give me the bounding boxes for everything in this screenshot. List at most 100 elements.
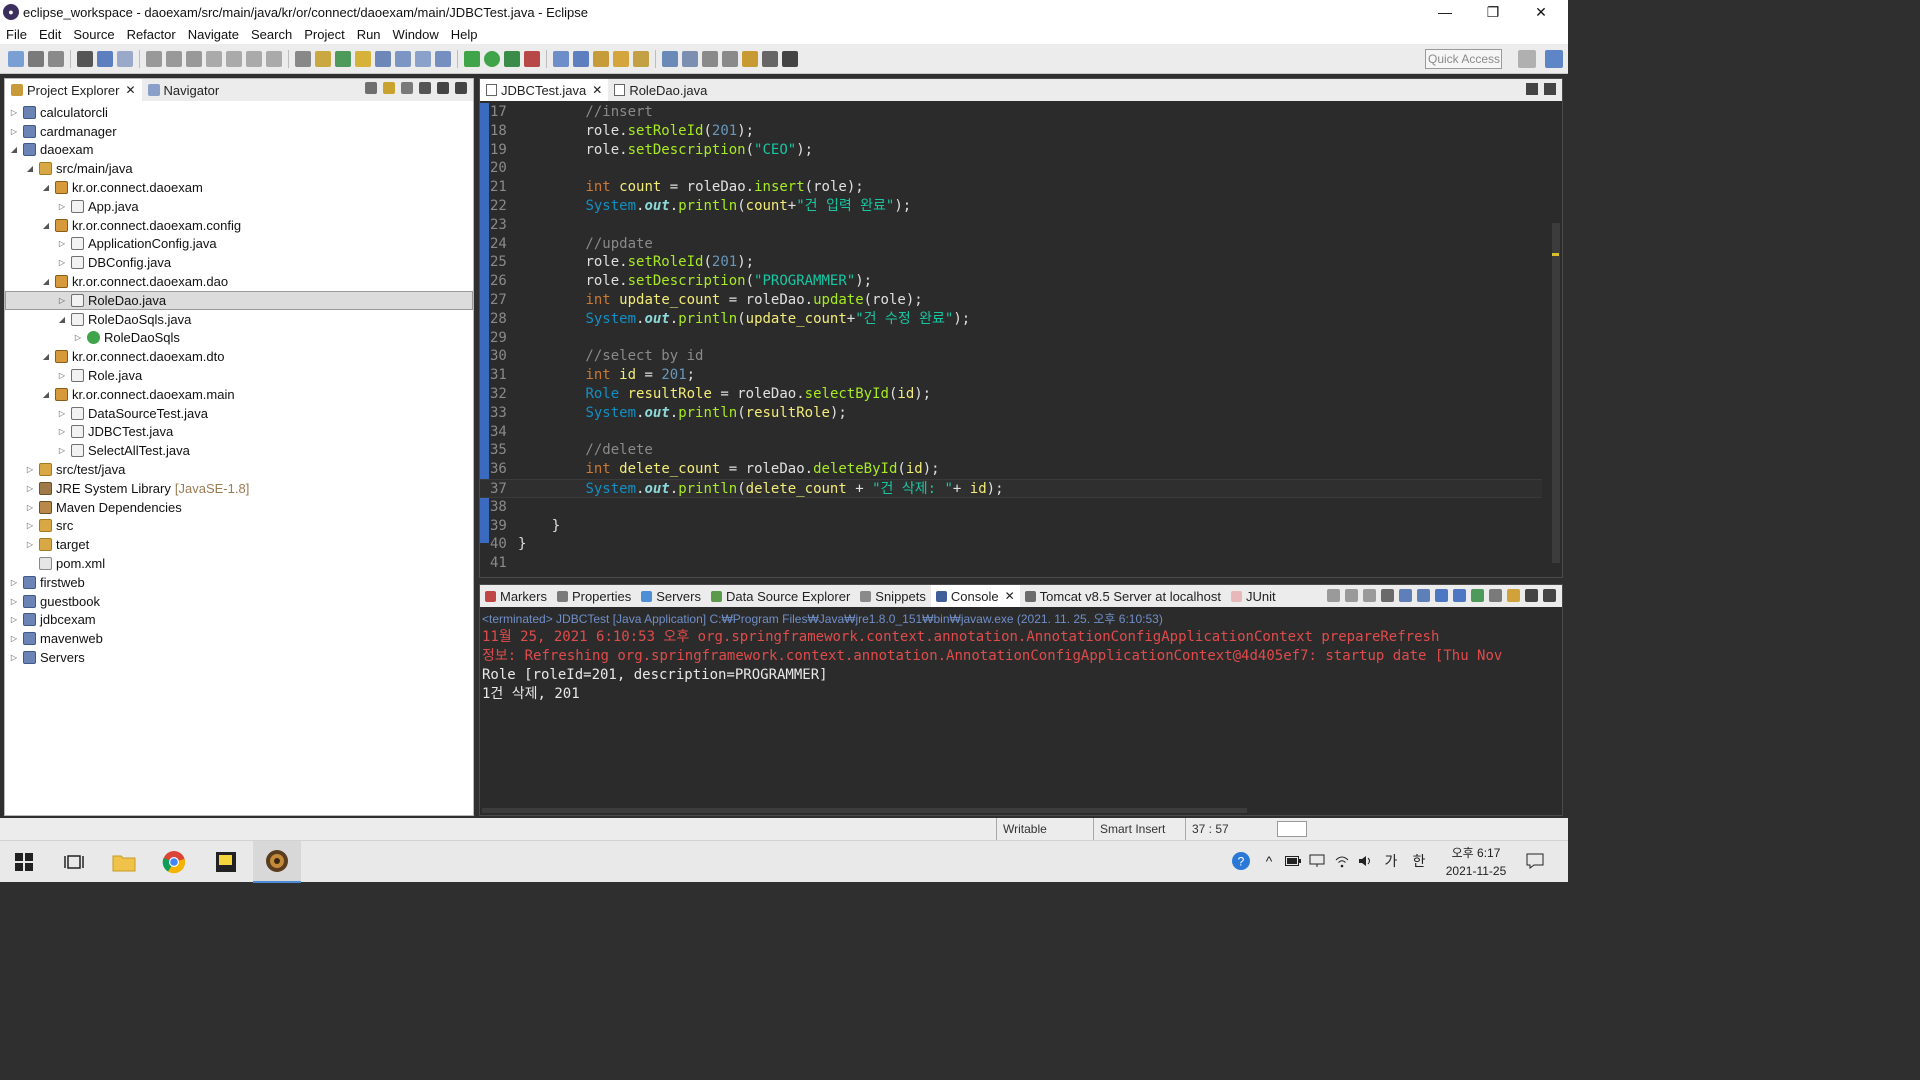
close-button[interactable]: ✕ xyxy=(1518,0,1564,24)
tree-item-datasourcetest-java[interactable]: ▷ DataSourceTest.java xyxy=(5,404,473,423)
collapse-arrow-icon[interactable]: ◢ xyxy=(41,277,51,286)
remove-launch-icon[interactable] xyxy=(1345,589,1358,602)
pin-console-icon[interactable] xyxy=(1471,589,1484,602)
code-text[interactable]: //delete xyxy=(518,441,652,460)
expand-arrow-icon[interactable]: ▷ xyxy=(9,597,19,606)
progress-icon[interactable] xyxy=(1277,821,1307,837)
tree-item-servers[interactable]: ▷ Servers xyxy=(5,648,473,667)
step-over-icon[interactable] xyxy=(246,50,262,67)
menu-source[interactable]: Source xyxy=(67,27,120,42)
code-line[interactable]: 21 int count = roleDao.insert(role); xyxy=(480,178,1542,197)
code-text[interactable]: } xyxy=(518,517,560,536)
close-tab-icon[interactable]: ✕ xyxy=(125,83,135,97)
new-java-project-icon[interactable] xyxy=(553,50,569,67)
filter-icon[interactable] xyxy=(401,82,413,94)
tree-item-applicationconfig-java[interactable]: ▷ ApplicationConfig.java xyxy=(5,235,473,254)
code-text[interactable]: int count = roleDao.insert(role); xyxy=(518,178,863,197)
expand-arrow-icon[interactable]: ▷ xyxy=(57,239,67,248)
tree-item-jre-system-library[interactable]: ▷ JRE System Library [JavaSE-1.8] xyxy=(5,479,473,498)
tree-item-package-daoexam[interactable]: ◢ kr.or.connect.daoexam xyxy=(5,178,473,197)
collapse-arrow-icon[interactable]: ◢ xyxy=(41,183,51,192)
code-line[interactable]: 37 System.out.println(delete_count + "건 … xyxy=(480,479,1542,498)
minimize-view-icon[interactable] xyxy=(1526,83,1538,95)
expand-arrow-icon[interactable]: ▷ xyxy=(57,427,67,436)
menu-help[interactable]: Help xyxy=(445,27,484,42)
tree-item-roledao-java[interactable]: ▷ RoleDao.java xyxy=(5,290,473,310)
expand-arrow-icon[interactable]: ▷ xyxy=(25,484,35,493)
code-text[interactable]: //update xyxy=(518,235,652,254)
terminal-icon[interactable] xyxy=(97,50,113,67)
collapse-arrow-icon[interactable]: ◢ xyxy=(57,315,67,324)
code-line[interactable]: 39 } xyxy=(480,517,1542,536)
code-text[interactable]: int id = 201; xyxy=(518,366,695,385)
network-icon[interactable] xyxy=(1308,851,1326,871)
expand-arrow-icon[interactable]: ▷ xyxy=(57,202,67,211)
tree-item-package-main[interactable]: ◢ kr.or.connect.daoexam.main xyxy=(5,385,473,404)
battery-icon[interactable] xyxy=(1284,851,1302,871)
tree-item-app-java[interactable]: ▷ App.java xyxy=(5,197,473,216)
tab-navigator[interactable]: Navigator xyxy=(142,79,226,101)
open-type-icon[interactable] xyxy=(613,50,629,67)
step-return-icon[interactable] xyxy=(266,50,282,67)
menu-refactor[interactable]: Refactor xyxy=(121,27,182,42)
expand-arrow-icon[interactable]: ▷ xyxy=(57,446,67,455)
code-text[interactable]: role.setDescription("PROGRAMMER"); xyxy=(518,272,872,291)
link-with-editor-icon[interactable] xyxy=(383,82,395,94)
disconnect-icon[interactable] xyxy=(206,50,222,67)
expand-arrow-icon[interactable]: ▷ xyxy=(57,296,67,305)
resume-icon[interactable] xyxy=(146,50,162,67)
code-line[interactable]: 17 //insert xyxy=(480,103,1542,122)
input-language-indicator[interactable]: 한 xyxy=(1409,851,1429,871)
maximize-view-icon[interactable] xyxy=(1544,83,1556,95)
open-console-icon[interactable] xyxy=(1507,589,1520,602)
file-explorer-button[interactable] xyxy=(100,841,148,883)
last-edit-location-icon[interactable] xyxy=(722,50,738,67)
java-ee-perspective-icon[interactable] xyxy=(1545,50,1563,68)
tree-item-maven-dependencies[interactable]: ▷ Maven Dependencies xyxy=(5,498,473,517)
tab-roledao-java[interactable]: RoleDao.java xyxy=(608,79,713,101)
expand-arrow-icon[interactable]: ▷ xyxy=(25,540,35,549)
maximize-view-icon[interactable] xyxy=(455,82,467,94)
collapse-arrow-icon[interactable]: ◢ xyxy=(25,164,35,173)
new-package-icon[interactable] xyxy=(573,50,589,67)
code-text[interactable]: System.out.println(count+"건 입력 완료"); xyxy=(518,197,911,216)
sticky-notes-button[interactable] xyxy=(202,841,250,883)
external-tools-icon[interactable] xyxy=(524,50,540,67)
code-text[interactable]: System.out.println(update_count+"건 수정 완료… xyxy=(518,310,970,329)
restore-button[interactable]: ❐ xyxy=(1470,0,1516,24)
collapse-arrow-icon[interactable]: ◢ xyxy=(41,221,51,230)
tree-item-src-test-java[interactable]: ▷ src/test/java xyxy=(5,460,473,479)
tree-item-jdbctest-java[interactable]: ▷ JDBCTest.java xyxy=(5,423,473,442)
close-tab-icon[interactable]: ✕ xyxy=(1005,589,1015,603)
expand-arrow-icon[interactable]: ▷ xyxy=(57,258,67,267)
tree-item-package-config[interactable]: ◢ kr.or.connect.daoexam.config xyxy=(5,216,473,235)
occurrence-marker[interactable] xyxy=(1552,253,1559,256)
tree-item-package-dto[interactable]: ◢ kr.or.connect.daoexam.dto xyxy=(5,347,473,366)
code-line[interactable]: 41 xyxy=(480,554,1542,573)
tab-snippets[interactable]: Snippets xyxy=(855,585,931,607)
code-text[interactable]: System.out.println(resultRole); xyxy=(518,404,846,423)
new-class-icon[interactable] xyxy=(593,50,609,67)
minimize-view-icon[interactable] xyxy=(437,82,449,94)
expand-arrow-icon[interactable]: ▷ xyxy=(9,615,19,624)
code-line[interactable]: 29 xyxy=(480,329,1542,348)
console-horizontal-scrollbar[interactable] xyxy=(482,808,1247,813)
expand-arrow-icon[interactable]: ▷ xyxy=(9,108,19,117)
code-text[interactable]: System.out.println(delete_count + "건 삭제:… xyxy=(518,480,1003,499)
show-whitespace-icon[interactable] xyxy=(415,50,431,67)
collapse-all-icon[interactable] xyxy=(365,82,377,94)
menu-search[interactable]: Search xyxy=(245,27,298,42)
code-text[interactable]: role.setRoleId(201); xyxy=(518,122,754,141)
tree-item-mavenweb[interactable]: ▷ mavenweb xyxy=(5,629,473,648)
back-icon[interactable] xyxy=(742,50,758,67)
code-line[interactable]: 30 //select by id xyxy=(480,347,1542,366)
code-line[interactable]: 18 role.setRoleId(201); xyxy=(480,122,1542,141)
code-text[interactable]: } xyxy=(518,535,526,554)
minimize-button[interactable]: — xyxy=(1422,0,1468,24)
collapse-arrow-icon[interactable]: ◢ xyxy=(41,390,51,399)
clear-console-icon[interactable] xyxy=(1381,589,1394,602)
tab-jdbctest-java[interactable]: JDBCTest.java ✕ xyxy=(480,79,609,101)
run-icon[interactable] xyxy=(484,50,500,67)
tree-item-jdbcexam[interactable]: ▷ jdbcexam xyxy=(5,611,473,630)
tab-markers[interactable]: Markers xyxy=(480,585,552,607)
